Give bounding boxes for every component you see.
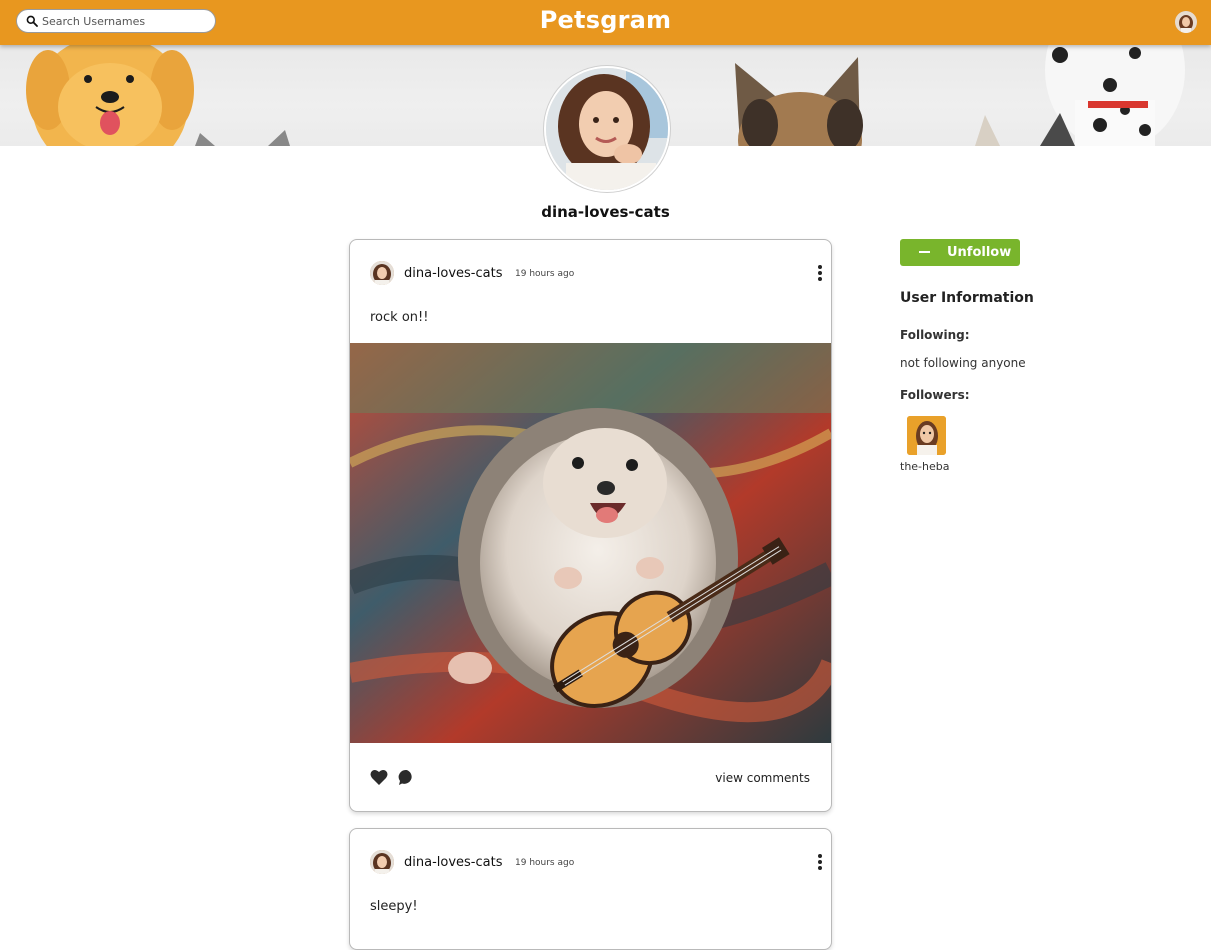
more-vertical-icon[interactable] — [814, 265, 826, 283]
post-author-name[interactable]: dina-loves-cats — [404, 266, 502, 281]
comment-bubble-icon[interactable] — [398, 769, 415, 786]
follower-avatar[interactable] — [907, 416, 946, 455]
post-actions: view comments — [370, 769, 810, 789]
post-image — [350, 343, 831, 743]
post-author-name[interactable]: dina-loves-cats — [404, 855, 502, 870]
post-author-avatar[interactable] — [370, 850, 394, 874]
post-author-avatar[interactable] — [370, 261, 394, 285]
search-box[interactable] — [16, 9, 216, 33]
top-navbar: Petsgram — [0, 0, 1211, 45]
post-caption: rock on!! — [370, 310, 429, 325]
view-comments-link[interactable]: view comments — [715, 771, 810, 785]
minus-icon — [919, 251, 930, 253]
post-caption: sleepy! — [370, 899, 418, 914]
post-timestamp: 19 hours ago — [515, 858, 575, 868]
post-card: dina-loves-cats 19 hours ago rock on!! v… — [349, 239, 832, 812]
nav-user-avatar[interactable] — [1175, 11, 1197, 33]
user-information-heading: User Information — [900, 290, 1034, 306]
post-card: dina-loves-cats 19 hours ago sleepy! — [349, 828, 832, 950]
search-input[interactable] — [42, 12, 210, 30]
unfollow-button[interactable]: Unfollow — [900, 239, 1020, 266]
followers-label: Followers: — [900, 388, 970, 402]
follower-item[interactable]: the-heba — [900, 415, 956, 475]
post-header: dina-loves-cats 19 hours ago — [370, 261, 822, 285]
heart-icon[interactable] — [370, 769, 388, 786]
following-value: not following anyone — [900, 356, 1026, 370]
more-vertical-icon[interactable] — [814, 854, 826, 872]
follower-username[interactable]: the-heba — [900, 460, 949, 473]
search-icon — [26, 15, 38, 27]
post-timestamp: 19 hours ago — [515, 269, 575, 279]
profile-avatar — [544, 66, 670, 192]
post-header: dina-loves-cats 19 hours ago — [370, 850, 822, 874]
unfollow-label: Unfollow — [947, 245, 1012, 260]
profile-username: dina-loves-cats — [541, 203, 670, 221]
following-label: Following: — [900, 328, 970, 342]
